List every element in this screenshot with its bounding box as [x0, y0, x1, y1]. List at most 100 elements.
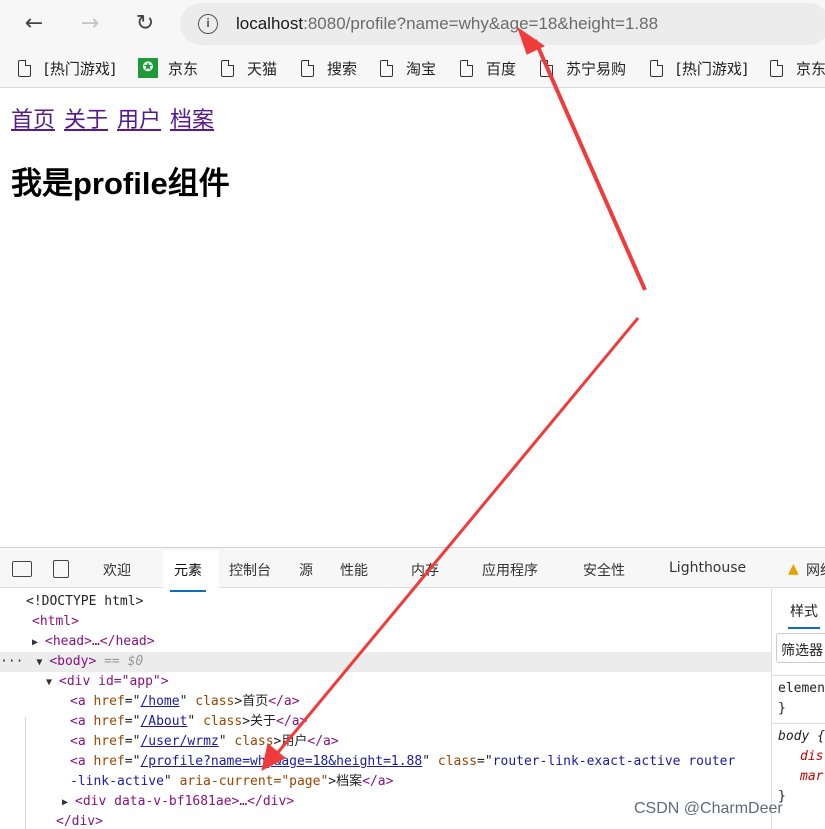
tab-network[interactable]: 网络 [806, 560, 825, 580]
page-icon [770, 59, 783, 77]
page-icon [380, 59, 393, 77]
page-icon [460, 59, 473, 77]
dom-node[interactable]: ▶ <head>…</head> [0, 632, 771, 652]
nav-link-about[interactable]: 关于 [64, 108, 108, 133]
bookmark-item[interactable]: 淘宝 [380, 56, 436, 80]
bookmark-item[interactable]: [热门游戏] [650, 56, 748, 80]
bookmark-item[interactable]: 搜索 [301, 56, 357, 80]
address-bar[interactable]: i localhost:8080/profile?name=why&age=18… [180, 3, 825, 45]
styles-filter-input[interactable]: 筛选器 [776, 633, 825, 663]
tab-elements[interactable]: 元素 [170, 560, 206, 592]
child-div-tag: <div data-v-bf1681ae>…</div> [75, 794, 295, 809]
tab-lighthouse[interactable]: Lighthouse [669, 560, 746, 576]
url-host: localhost [236, 14, 304, 33]
style-prop-line: dis [800, 749, 824, 764]
dom-node[interactable]: <html> [0, 612, 771, 632]
html-tag: <html> [32, 614, 79, 629]
tab-sources[interactable]: 源 [299, 560, 313, 580]
styles-pane: 样式 筛选器 element } body { dis mar } [771, 589, 825, 829]
dom-node[interactable]: <a href="/user/wrmz" class>用户</a> [0, 732, 771, 752]
bookmarks-bar: [热门游戏] ✪ 京东 天猫 搜索 淘宝 百度 苏宁易购 [热门游戏] 京东 [0, 48, 825, 88]
forward-arrow-icon[interactable]: → [76, 10, 104, 38]
dom-tree[interactable]: <!DOCTYPE html> <html> ▶ <head>…</head> ·… [0, 589, 771, 829]
app-div-tag: <div id="app"> [59, 674, 169, 689]
href-value[interactable]: /home [140, 694, 179, 709]
selected-marker: == $0 [104, 654, 144, 669]
aria-attr: aria-current="page" [179, 774, 329, 789]
tab-application[interactable]: 应用程序 [482, 560, 538, 580]
nav-link-user[interactable]: 用户 [117, 108, 161, 133]
dom-node[interactable]: <!DOCTYPE html> [0, 592, 771, 612]
bookmark-label: 京东 [168, 59, 199, 78]
bookmark-item[interactable]: [热门游戏] [18, 56, 116, 80]
bookmark-label: [热门游戏] [44, 59, 116, 78]
style-rule-line: } [778, 701, 786, 716]
page-icon [650, 59, 663, 77]
head-tag: <head>…</head> [45, 634, 155, 649]
class-value-cont: -link-active [70, 774, 164, 789]
tab-performance[interactable]: 性能 [340, 560, 368, 580]
dom-node[interactable]: ▼ <div id="app"> [0, 672, 771, 692]
expand-triangle-icon[interactable]: ▶ [62, 793, 75, 813]
body-tag: <body> [49, 654, 97, 669]
nav-link-profile[interactable]: 档案 [170, 108, 214, 133]
watermark: CSDN @CharmDeer [634, 800, 783, 817]
inspect-icon[interactable] [12, 561, 32, 577]
href-value[interactable]: /user/wrmz [140, 734, 218, 749]
link-text: 档案 [336, 774, 363, 789]
tab-console[interactable]: 控制台 [229, 560, 271, 580]
page-icon [540, 59, 553, 77]
address-url[interactable]: localhost:8080/profile?name=why&age=18&h… [236, 14, 658, 34]
bookmark-item[interactable]: ✪ 京东 [138, 56, 198, 80]
page-title: 我是profile组件 [11, 166, 230, 201]
divider [772, 675, 825, 676]
browser-toolbar: ← → ↻ i localhost:8080/profile?name=why&… [0, 0, 825, 48]
bookmark-label: [热门游戏] [676, 59, 748, 78]
info-icon[interactable]: i [198, 14, 218, 34]
devtools-tab-bar: 欢迎 元素 控制台 源 性能 内存 应用程序 安全性 Lighthouse ▲ … [0, 548, 825, 592]
link-text: 首页 [242, 694, 269, 709]
devtools-panel: 欢迎 元素 控制台 源 性能 内存 应用程序 安全性 Lighthouse ▲ … [0, 547, 825, 829]
bookmark-label: 苏宁易购 [566, 59, 627, 78]
bookmark-item[interactable]: 苏宁易购 [540, 56, 626, 80]
dom-node-wrap[interactable]: -link-active" aria-current="page">档案</a> [0, 772, 771, 792]
bookmark-label: 百度 [486, 59, 517, 78]
router-nav: 首页 关于 用户 档案 [11, 102, 216, 134]
tab-welcome[interactable]: 欢迎 [103, 560, 131, 580]
tab-memory[interactable]: 内存 [411, 560, 439, 580]
reload-icon[interactable]: ↻ [131, 10, 159, 38]
bookmark-item[interactable]: 京东 [770, 56, 825, 80]
style-rule-line: body { [778, 729, 825, 744]
collapse-triangle-icon[interactable]: ▼ [36, 653, 49, 673]
dom-node[interactable]: <a href="/About" class>关于</a> [0, 712, 771, 732]
link-text: 关于 [250, 714, 277, 729]
expand-triangle-icon[interactable]: ▶ [32, 633, 45, 653]
collapse-triangle-icon[interactable]: ▼ [46, 673, 59, 693]
doctype-text: <!DOCTYPE html> [26, 594, 144, 609]
bookmark-label: 搜索 [327, 59, 358, 78]
device-toolbar-icon[interactable] [53, 560, 69, 578]
dom-node-selected[interactable]: ··· ▼ <body> == $0 [0, 652, 771, 672]
bookmark-label: 京东 [796, 59, 825, 78]
jd-icon: ✪ [138, 58, 158, 78]
warning-icon: ▲ [788, 561, 799, 577]
nav-link-home[interactable]: 首页 [11, 108, 55, 133]
dom-node[interactable]: <a href="/profile?name=why&age=18&height… [0, 752, 771, 772]
href-value[interactable]: /About [140, 714, 187, 729]
page-icon [301, 59, 314, 77]
style-rule-line: element [778, 681, 825, 696]
divider [772, 723, 825, 724]
page-icon [221, 59, 234, 77]
href-value[interactable]: /profile?name=why&age=18&height=1.88 [140, 754, 422, 769]
back-arrow-icon[interactable]: ← [20, 10, 48, 38]
bookmark-item[interactable]: 百度 [460, 56, 516, 80]
style-prop-line: mar [800, 769, 824, 784]
tab-security[interactable]: 安全性 [583, 560, 625, 580]
link-text: 用户 [281, 734, 308, 749]
bookmark-label: 淘宝 [406, 59, 437, 78]
tab-styles[interactable]: 样式 [788, 601, 820, 629]
more-dots-icon[interactable]: ··· [0, 654, 31, 669]
dom-node[interactable]: <a href="/home" class>首页</a> [0, 692, 771, 712]
close-div-tag: </div> [56, 814, 103, 829]
bookmark-item[interactable]: 天猫 [221, 56, 277, 80]
